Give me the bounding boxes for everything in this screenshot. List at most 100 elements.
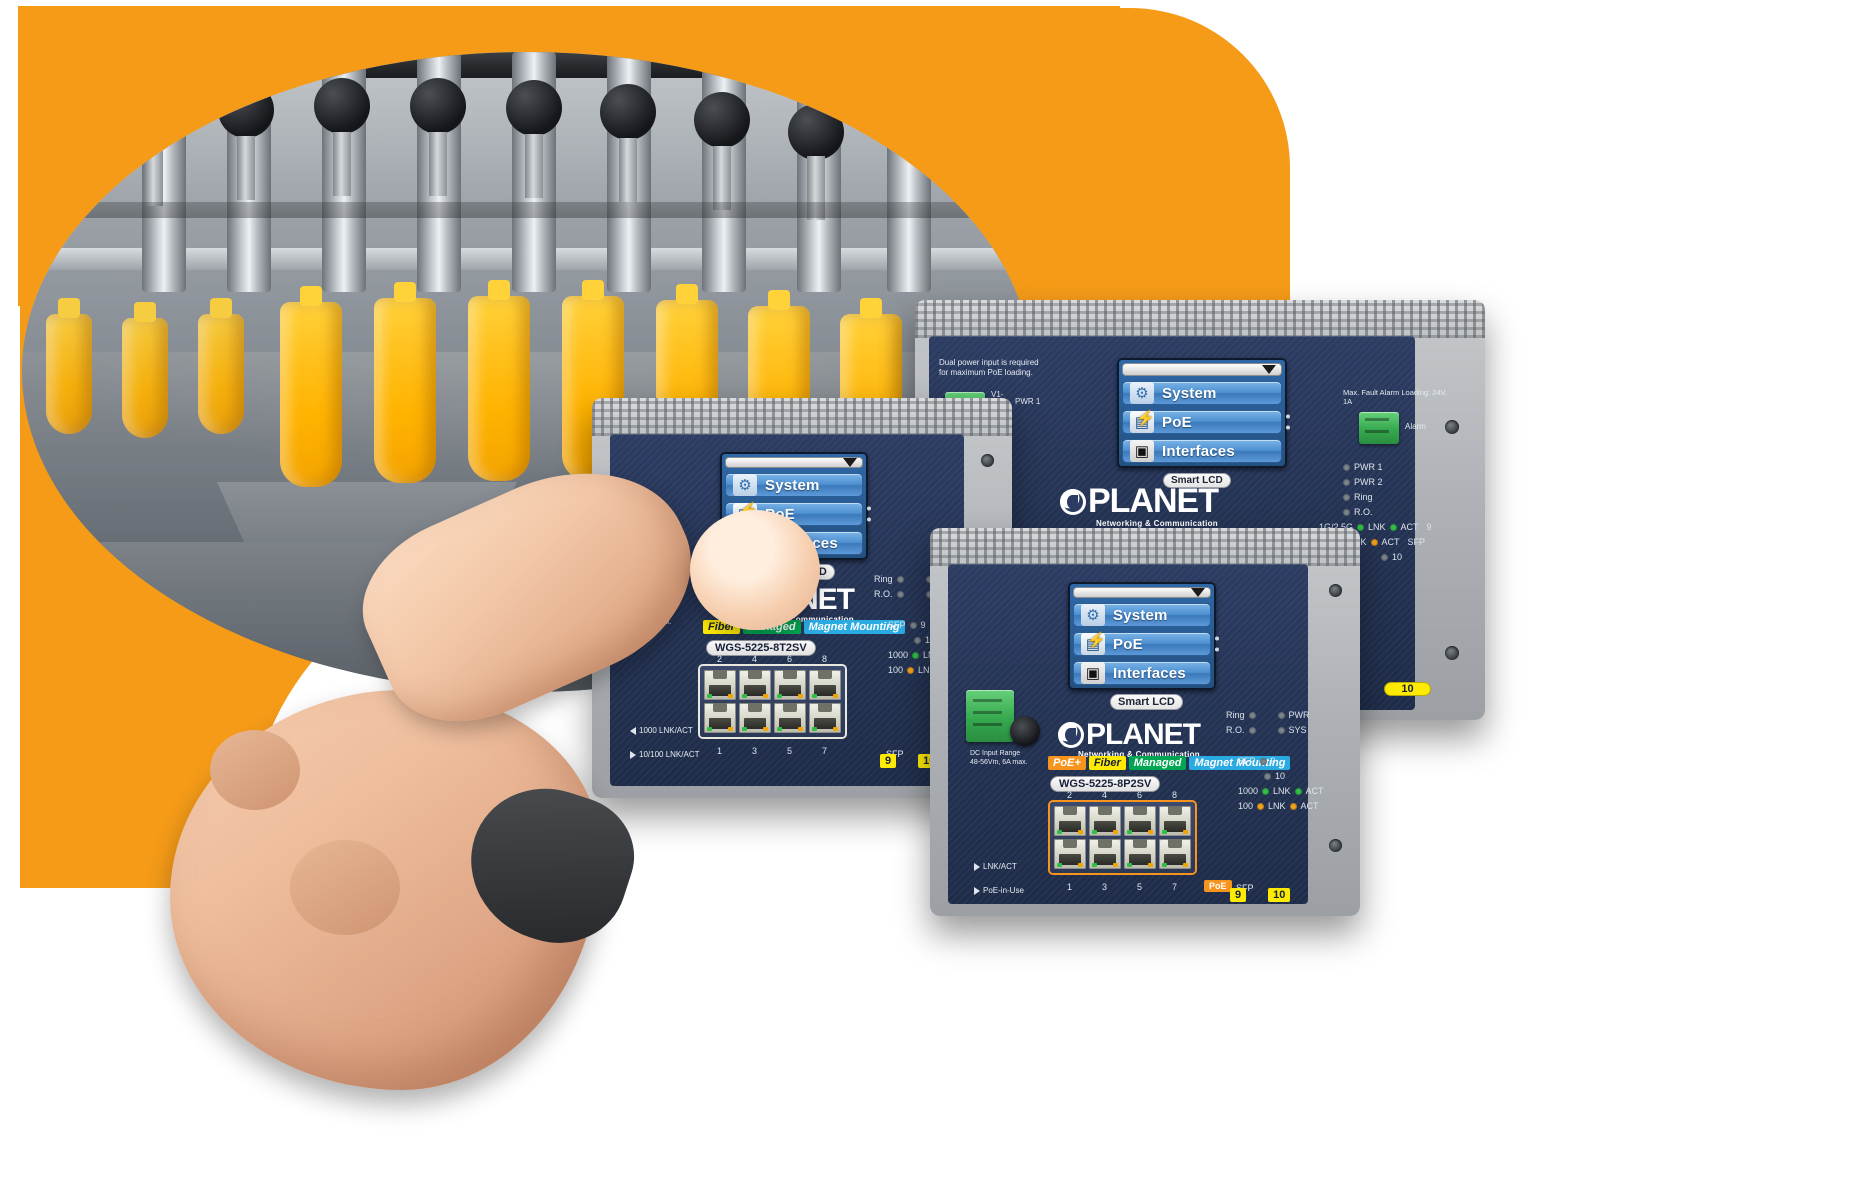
poe-lightning-icon: ▤ — [1081, 633, 1106, 655]
arrow-right-icon — [974, 887, 980, 895]
planet-globe-icon — [712, 587, 738, 613]
left-dc-input-note: DC Input Range 48-56Vm, 6A max. — [614, 610, 672, 626]
badge-managed: Managed — [1128, 756, 1187, 770]
front-port-numbers-top: 2 4 6 8 — [1066, 790, 1177, 800]
front-sfp-label: SFP — [1238, 756, 1256, 766]
front-lcd-system-button[interactable]: ⚙ System — [1073, 603, 1211, 627]
left-speed-1000: 1000 — [888, 650, 909, 660]
front-rj45-poe-port-block[interactable] — [1050, 802, 1195, 873]
left-smart-lcd[interactable]: ⚙ System ▤ PoE ▣ Interfaces — [720, 452, 871, 560]
rj45-poe-port[interactable] — [1089, 806, 1121, 836]
front-dc-jack[interactable] — [1010, 716, 1040, 746]
front-power-terminal-block[interactable] — [966, 690, 1014, 742]
rj45-port[interactable] — [739, 703, 771, 733]
rj45-port[interactable] — [774, 703, 806, 733]
front-lcd-dropdown[interactable] — [1073, 587, 1211, 598]
left-port-row-odd — [704, 703, 841, 733]
arrow-right-icon — [974, 863, 980, 871]
badge-fiber: Fiber — [703, 620, 740, 634]
rj45-icon: ▣ — [1130, 440, 1154, 462]
left-smart-lcd-tag: Smart LCD — [762, 564, 835, 580]
led-indicator — [1343, 493, 1350, 501]
rear-led-ro: R.O. — [1343, 507, 1383, 517]
rj45-poe-port[interactable] — [1124, 839, 1156, 869]
left-rj45-port-block[interactable] — [700, 666, 845, 737]
rear-lcd-poe-button[interactable]: ▤ PoE — [1122, 410, 1290, 434]
led-indicator — [1343, 478, 1350, 486]
rear-led-pwr1: PWR 1 — [1343, 462, 1383, 472]
rj45-poe-port[interactable] — [1159, 806, 1191, 836]
front-lcd-interfaces-button[interactable]: ▣ Interfaces — [1073, 661, 1211, 685]
left-lcd-interfaces-button[interactable]: ▣ Interfaces — [725, 531, 863, 555]
rj45-poe-port[interactable] — [1159, 839, 1191, 869]
rj45-poe-port[interactable] — [1054, 839, 1086, 869]
front-lcd-poe-label: PoE — [1113, 635, 1143, 653]
front-lcd-poe-button[interactable]: ▤ PoE — [1073, 632, 1219, 656]
front-smart-lcd[interactable]: ⚙ System ▤ PoE ▣ Interfaces — [1068, 582, 1219, 690]
left-speed-100: 100 — [888, 665, 904, 675]
rear-alarm-terminal-block[interactable] — [1359, 412, 1399, 444]
rear-dual-power-note: Dual power input is required for maximum… — [939, 358, 1039, 377]
left-lcd-poe-button[interactable]: ▤ PoE — [725, 502, 871, 526]
left-port-row-even — [704, 670, 841, 700]
rear-brand-wordmark: PLANET — [1088, 482, 1219, 520]
planet-globe-icon — [1058, 722, 1084, 748]
front-mount-hole-top — [1329, 584, 1342, 597]
front-speed-100: 100 — [1238, 801, 1254, 811]
rj45-poe-port[interactable] — [1089, 839, 1121, 869]
front-sfp-bottom-numbers: 9 10 — [1230, 888, 1291, 902]
front-poe-switch[interactable]: ⚙ System ▤ PoE ▣ Interfaces Smart LCD DC… — [930, 528, 1360, 916]
left-feature-badges: Fiber Managed Magnet Mounting — [703, 620, 905, 634]
planet-globe-icon — [1060, 488, 1086, 515]
rear-led-ring: Ring — [1343, 492, 1383, 502]
front-brand-wordmark: PLANET — [1086, 718, 1201, 751]
left-legend: 1000 LNK/ACT 10/100 LNK/ACT — [630, 716, 699, 770]
left-power-terminal-block[interactable] — [614, 550, 660, 598]
rear-led-pwr2: PWR 2 — [1343, 477, 1383, 487]
rear-lcd-system-button[interactable]: ⚙ System — [1122, 381, 1282, 405]
badge-fiber: Fiber — [1088, 756, 1126, 770]
rear-mount-hole-lower — [1445, 646, 1459, 660]
rj45-poe-port[interactable] — [1054, 806, 1086, 836]
rear-smart-lcd[interactable]: ⚙ System ▤ PoE ▣ Interfaces — [1117, 358, 1290, 468]
arrow-right-icon — [630, 751, 636, 759]
front-lcd-interfaces-label: Interfaces — [1113, 664, 1186, 682]
rj45-icon: ▣ — [733, 532, 757, 554]
rear-alarm-label: Alarm — [1405, 422, 1426, 431]
arrow-left-icon — [630, 727, 636, 735]
rear-lcd-dropdown[interactable] — [1122, 363, 1282, 376]
rj45-port[interactable] — [809, 670, 841, 700]
poe-lightning-icon: ▤ — [733, 503, 758, 525]
gear-icon: ⚙ — [1130, 382, 1154, 404]
chevron-down-icon — [1262, 365, 1276, 374]
front-lcd-status-dots — [1215, 636, 1219, 652]
rj45-port[interactable] — [739, 670, 771, 700]
front-legend: LNK/ACT PoE-in-Use — [974, 852, 1024, 906]
left-brand-wordmark: PLANET — [740, 583, 855, 616]
front-led-ring-label: Ring — [1226, 710, 1245, 720]
rj45-port[interactable] — [704, 670, 736, 700]
left-lcd-dropdown[interactable] — [725, 457, 863, 468]
rear-led-column: PWR 1 PWR 2 Ring R.O. — [1343, 462, 1383, 522]
chevron-down-icon — [1191, 588, 1205, 597]
front-planet-logo: PLANET Networking & Communication — [1058, 718, 1201, 759]
left-port-numbers-top: 2 4 6 8 — [716, 654, 827, 664]
front-led-sys-label: SYS — [1288, 725, 1307, 735]
rear-lcd-status-dots — [1286, 414, 1290, 430]
front-port-row-odd — [1054, 839, 1191, 869]
rj45-port[interactable] — [704, 703, 736, 733]
left-lcd-system-button[interactable]: ⚙ System — [725, 473, 863, 497]
rear-lcd-system-label: System — [1162, 384, 1217, 402]
left-lcd-status-dots — [867, 506, 871, 522]
front-led-pwr-label: PWR — [1288, 710, 1310, 720]
rear-planet-logo: PLANET Networking & Communication — [1060, 482, 1219, 528]
front-port-numbers-bottom: 1 3 5 7 — [1066, 882, 1177, 892]
front-smart-lcd-tag: Smart LCD — [1110, 694, 1183, 710]
rj45-port[interactable] — [809, 703, 841, 733]
rj45-poe-port[interactable] — [1124, 806, 1156, 836]
rear-sfp-label: SFP — [1407, 537, 1426, 547]
badge-managed: Managed — [742, 620, 801, 634]
rj45-port[interactable] — [774, 670, 806, 700]
rear-lcd-interfaces-button[interactable]: ▣ Interfaces — [1122, 439, 1282, 463]
rear-mount-hole — [1445, 420, 1459, 434]
